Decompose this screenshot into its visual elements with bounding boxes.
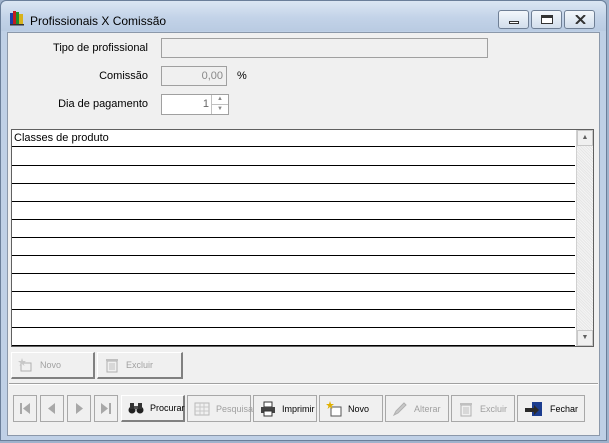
maximize-button[interactable] <box>531 10 562 29</box>
table-row[interactable] <box>12 328 575 346</box>
delete-trash-icon <box>458 401 474 417</box>
new-record-icon <box>326 400 342 417</box>
table-row[interactable] <box>12 202 575 220</box>
dia-label: Dia de pagamento <box>58 98 148 110</box>
table-row[interactable] <box>12 256 575 274</box>
exit-door-icon <box>524 401 544 417</box>
table-row[interactable] <box>12 184 575 202</box>
previous-record-button[interactable] <box>40 395 64 422</box>
dia-field[interactable]: 1 ▲ ▼ <box>161 94 229 115</box>
next-record-button[interactable] <box>67 395 91 422</box>
title-bar[interactable]: Profissionais X Comissão <box>1 1 606 31</box>
scroll-down-icon[interactable]: ▼ <box>577 330 593 346</box>
comissao-unit: % <box>237 70 247 82</box>
grid-excluir-button[interactable]: Excluir <box>97 352 183 379</box>
printer-icon <box>260 401 276 417</box>
scroll-up-icon[interactable]: ▲ <box>577 130 593 146</box>
dia-stepper[interactable]: ▲ ▼ <box>211 95 228 114</box>
previous-icon <box>48 403 55 414</box>
excluir-button[interactable]: Excluir <box>451 395 515 422</box>
alterar-button[interactable]: Alterar <box>385 395 449 422</box>
table-row[interactable] <box>12 292 575 310</box>
grid-search-icon <box>194 401 210 417</box>
table-row[interactable] <box>12 238 575 256</box>
novo-button[interactable]: Novo <box>319 395 383 422</box>
dia-value: 1 <box>202 98 209 110</box>
stepper-up-icon[interactable]: ▲ <box>212 95 228 105</box>
comissao-value: 0,00 <box>201 70 223 82</box>
last-record-button[interactable] <box>94 395 118 422</box>
binoculars-icon <box>128 400 144 416</box>
fechar-button[interactable]: Fechar <box>517 395 585 422</box>
grid-header: Classes de produto <box>12 130 575 147</box>
close-icon <box>575 15 586 24</box>
procurar-button[interactable]: Procurar <box>121 395 185 422</box>
minimize-icon <box>509 21 519 24</box>
trash-icon <box>104 357 120 373</box>
last-icon <box>101 403 111 414</box>
table-row[interactable] <box>12 166 575 184</box>
maximize-icon <box>541 15 553 24</box>
first-icon <box>20 403 30 414</box>
minimize-button[interactable] <box>498 10 529 29</box>
table-row[interactable] <box>12 148 575 166</box>
stepper-down-icon[interactable]: ▼ <box>212 105 228 114</box>
pesquisa-button[interactable]: Pesquisa <box>187 395 253 422</box>
form-area: Tipo de profissional Comissão 0,00 % Dia… <box>7 32 600 436</box>
grid-scrollbar[interactable]: ▲ ▼ <box>576 130 593 346</box>
next-icon <box>76 403 83 414</box>
classes-grid[interactable]: Classes de produto ▲ ▼ <box>11 129 594 347</box>
close-button[interactable] <box>564 10 595 29</box>
app-books-icon <box>10 11 24 26</box>
grid-novo-button[interactable]: Novo <box>11 352 95 379</box>
first-record-button[interactable] <box>13 395 37 422</box>
tipo-field[interactable] <box>161 38 488 58</box>
imprimir-button[interactable]: Imprimir <box>253 395 317 422</box>
table-row[interactable] <box>12 310 575 328</box>
new-sparkle-icon <box>18 357 34 373</box>
app-window: Profissionais X Comissão Tipo de profiss… <box>0 0 607 441</box>
table-row[interactable] <box>12 220 575 238</box>
tipo-label: Tipo de profissional <box>53 42 148 54</box>
toolbar-separator <box>9 383 598 385</box>
edit-pencil-icon <box>392 401 408 417</box>
comissao-label: Comissão <box>99 70 148 82</box>
window-title: Profissionais X Comissão <box>30 14 167 28</box>
table-row[interactable] <box>12 274 575 292</box>
comissao-field[interactable]: 0,00 <box>161 66 227 86</box>
